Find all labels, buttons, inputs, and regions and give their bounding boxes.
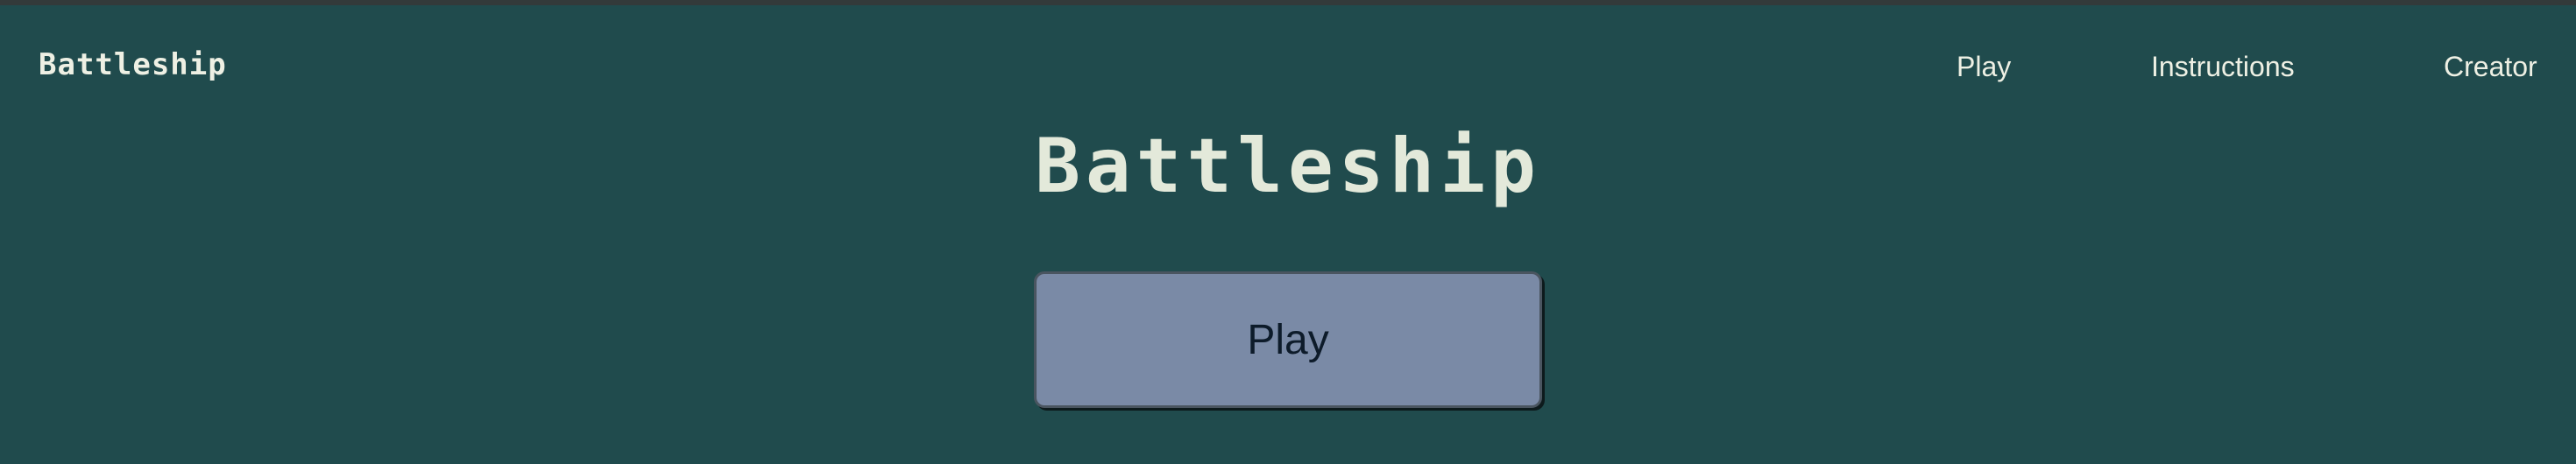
navbar: Battleship Play Instructions Creator	[0, 5, 2576, 128]
page-title: Battleship	[1035, 123, 1541, 210]
nav-link-instructions[interactable]: Instructions	[2151, 51, 2295, 83]
nav-link-creator[interactable]: Creator	[2444, 51, 2537, 83]
play-button[interactable]: Play	[1034, 271, 1542, 408]
nav-link-play[interactable]: Play	[1957, 51, 2011, 83]
brand-logo-link[interactable]: Battleship	[39, 47, 227, 82]
